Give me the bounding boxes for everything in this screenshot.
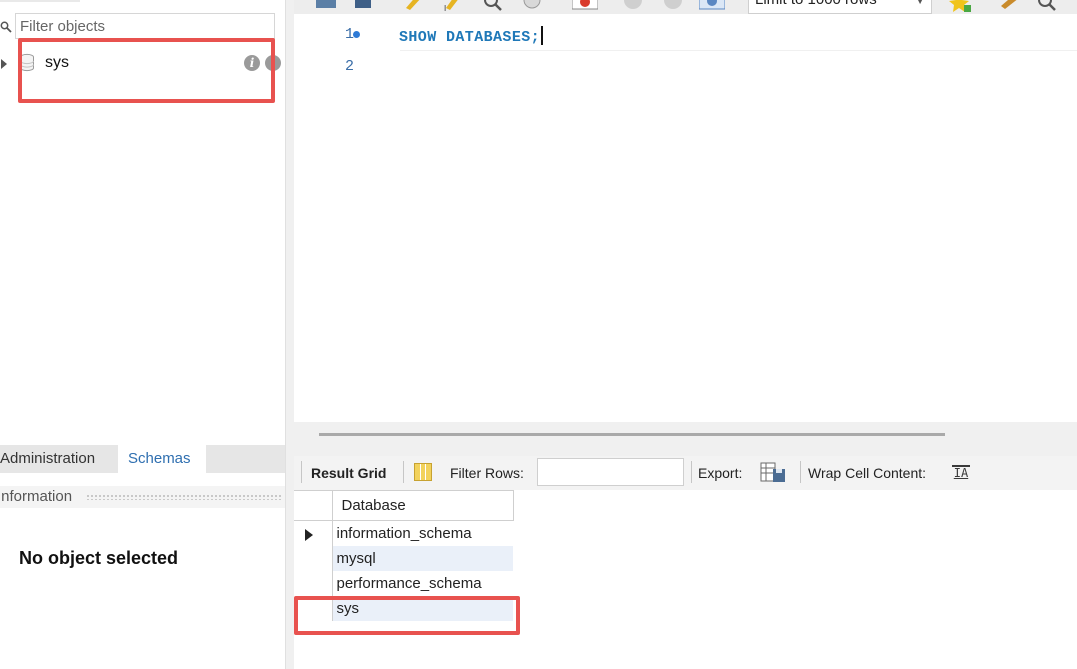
table-row[interactable]: sys [294, 595, 513, 621]
commit-icon[interactable] [622, 0, 644, 12]
table-row[interactable]: performance_schema [294, 570, 513, 596]
table-cell[interactable]: information_schema [332, 521, 513, 546]
table-cell[interactable]: sys [332, 595, 513, 621]
toolbar-separator [800, 461, 801, 483]
save-icon[interactable] [354, 0, 372, 12]
wrap-text-icon[interactable]: IA [952, 465, 970, 481]
autocommit-icon[interactable] [699, 0, 725, 12]
navigator-panel: sys i Administration Schemas Information… [0, 0, 285, 669]
result-table: Database information_schema mysql perfor… [294, 490, 514, 621]
current-row-icon [305, 529, 313, 541]
find-icon[interactable] [1036, 0, 1058, 12]
column-header-database[interactable]: Database [331, 490, 514, 521]
limit-rows-value: Limit to 1000 rows [755, 0, 877, 8]
statement-marker-icon [353, 31, 360, 38]
filter-objects-row [0, 13, 285, 41]
schema-info-icon[interactable]: i [244, 55, 260, 71]
tab-administration[interactable]: Administration [0, 445, 116, 473]
splitter-grip[interactable] [319, 433, 945, 436]
vertical-splitter[interactable] [285, 0, 294, 669]
row-header-corner[interactable] [294, 490, 333, 521]
table-row[interactable]: information_schema [294, 520, 513, 546]
row-marker[interactable] [294, 570, 333, 596]
stop-icon[interactable] [522, 0, 542, 12]
editor-results-splitter[interactable] [294, 422, 1077, 456]
schema-tools-icon[interactable] [265, 55, 281, 71]
filter-rows-label: Filter Rows: [450, 465, 524, 481]
search-icon [0, 21, 12, 33]
expand-arrow-icon[interactable] [1, 59, 7, 69]
schemas-header [0, 0, 80, 2]
no-object-message: No object selected [19, 548, 179, 568]
row-marker[interactable] [294, 545, 333, 571]
toolbar-separator [403, 461, 404, 483]
row-marker[interactable] [294, 520, 333, 546]
row-marker[interactable] [294, 595, 333, 621]
execute-icon[interactable] [404, 0, 424, 12]
filter-objects-input[interactable] [15, 13, 275, 39]
code-line[interactable]: SHOW DATABASES; [399, 26, 544, 46]
filter-rows-input[interactable] [537, 458, 684, 486]
toggle-error-icon[interactable] [572, 0, 598, 12]
text-cursor [541, 26, 544, 45]
toolbar-separator [691, 461, 692, 483]
add-snippet-icon[interactable] [949, 0, 973, 12]
beautify-icon[interactable] [999, 0, 1023, 12]
table-cell[interactable]: performance_schema [332, 571, 513, 596]
line-number: 1 [344, 26, 354, 43]
schema-name[interactable]: sys [45, 54, 69, 72]
information-panel-header: Information [0, 486, 285, 508]
schema-tree-item-sys[interactable]: sys i [0, 50, 285, 78]
rollback-icon[interactable] [662, 0, 684, 12]
form-editor-icon[interactable] [414, 463, 432, 481]
table-header-row: Database [294, 490, 514, 521]
sql-editor[interactable]: 1 SHOW DATABASES; 2 [294, 14, 1077, 422]
line-number: 2 [344, 58, 354, 75]
execute-current-icon[interactable]: I [444, 0, 462, 12]
code-text: SHOW DATABASES; [399, 29, 541, 46]
toolbar-separator [301, 461, 302, 483]
header-dots-divider [86, 494, 283, 500]
result-grid: Database information_schema mysql perfor… [294, 490, 1077, 669]
export-label: Export: [698, 465, 743, 481]
table-cell[interactable]: mysql [332, 545, 513, 571]
result-grid-button[interactable]: Result Grid [311, 465, 386, 481]
svg-text:I: I [444, 4, 446, 12]
tab-schemas[interactable]: Schemas [118, 445, 206, 473]
limit-rows-select[interactable]: Limit to 1000 rows ▼ [748, 0, 932, 14]
database-icon [20, 53, 34, 72]
explain-icon[interactable] [482, 0, 504, 12]
navigator-tabs: Administration Schemas [0, 445, 285, 473]
information-title: Information [0, 488, 76, 505]
wrap-cell-label: Wrap Cell Content: [808, 465, 927, 481]
table-row[interactable]: mysql [294, 545, 513, 571]
result-toolbar: Result Grid Filter Rows: Export: Wrap Ce… [294, 456, 1077, 490]
export-icon[interactable] [760, 460, 786, 484]
open-file-icon[interactable] [316, 0, 336, 12]
current-line-divider [400, 50, 1077, 51]
chevron-down-icon: ▼ [915, 0, 925, 7]
sql-editor-toolbar: I [294, 0, 1077, 14]
